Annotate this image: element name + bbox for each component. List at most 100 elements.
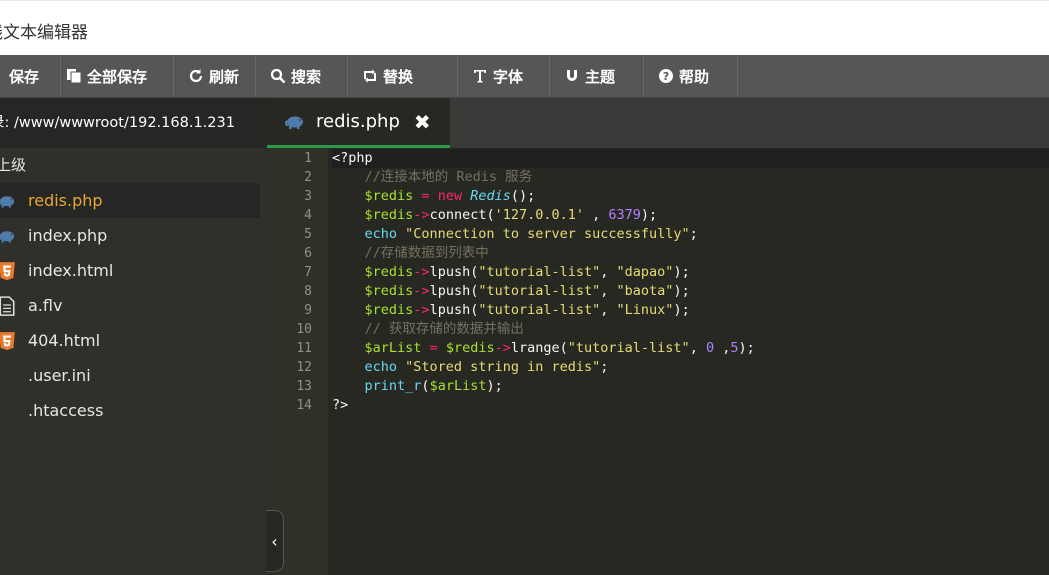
code-token: "Linux" bbox=[616, 302, 674, 318]
code-token: "dapao" bbox=[616, 264, 674, 280]
go-up-label: 上级 bbox=[0, 156, 27, 174]
code-editor[interactable]: <?php //连接本地的 Redis 服务 $redis = new Redi… bbox=[332, 149, 1049, 415]
toolbar-replace-button[interactable]: 替换 bbox=[348, 55, 458, 97]
code-line[interactable]: echo "Connection to server successfully"… bbox=[332, 225, 1049, 244]
font-icon bbox=[472, 68, 488, 84]
toolbar-theme-button[interactable]: 主题 bbox=[550, 55, 644, 97]
code-token: (); bbox=[510, 188, 536, 204]
code-token: 5 bbox=[730, 340, 739, 356]
toolbar-label: 主题 bbox=[585, 67, 616, 86]
file-item[interactable]: redis.php bbox=[0, 183, 260, 218]
file-item[interactable]: .htaccess bbox=[0, 393, 267, 428]
code-token: // 获取存储的数据并输出 bbox=[364, 321, 524, 337]
code-token: "Stored string in redis" bbox=[405, 359, 601, 375]
php-icon bbox=[0, 227, 16, 245]
code-line[interactable]: // 获取存储的数据并输出 bbox=[332, 320, 1049, 339]
code-token: <?php bbox=[332, 150, 373, 166]
tab-bar: redis.php ✖ bbox=[267, 98, 1049, 148]
replace-icon bbox=[362, 68, 378, 84]
code-token: -> bbox=[413, 207, 430, 223]
code-token: "Connection to server successfully" bbox=[405, 226, 690, 242]
file-item[interactable]: a.flv bbox=[0, 288, 267, 323]
code-token: , bbox=[584, 207, 609, 223]
go-up-item[interactable]: 上级 bbox=[0, 148, 267, 183]
toolbar-search-button[interactable]: 搜索 bbox=[256, 55, 348, 97]
code-token: ?> bbox=[332, 397, 349, 413]
code-line[interactable]: $redis->connect('127.0.0.1' , 6379); bbox=[332, 206, 1049, 225]
toolbar-help-button[interactable]: ? 帮助 bbox=[644, 55, 738, 97]
file-item[interactable]: .user.ini bbox=[0, 358, 267, 393]
file-name: 404.html bbox=[28, 331, 101, 350]
file-item[interactable]: 404.html bbox=[0, 323, 267, 358]
code-line[interactable]: //存储数据到列表中 bbox=[332, 244, 1049, 263]
code-line[interactable]: ?> bbox=[332, 396, 1049, 415]
code-line[interactable]: $redis->lpush("tutorial-list", "baota"); bbox=[332, 282, 1049, 301]
code-token: $redis bbox=[364, 207, 414, 223]
code-token: $redis bbox=[364, 283, 414, 299]
code-token: -> bbox=[413, 283, 430, 299]
code-token: , bbox=[600, 264, 617, 280]
code-token: "tutorial-list" bbox=[478, 264, 601, 280]
code-token: , bbox=[689, 340, 706, 356]
code-token: = bbox=[421, 340, 446, 356]
search-icon bbox=[270, 68, 286, 84]
code-token: Redis bbox=[470, 188, 511, 204]
file-sidebar: 录: /www/wwwroot/192.168.1.231 上级 redis.p… bbox=[0, 98, 267, 575]
code-line[interactable]: print_r($arList); bbox=[332, 377, 1049, 396]
close-icon[interactable]: ✖ bbox=[414, 110, 431, 134]
toolbar-label: 帮助 bbox=[679, 67, 710, 86]
title-bar: 线文本编辑器 bbox=[0, 0, 1049, 55]
code-token: "tutorial-list" bbox=[478, 283, 601, 299]
theme-icon bbox=[564, 68, 580, 84]
code-token: ); bbox=[673, 264, 690, 280]
chevron-left-icon[interactable]: ‹ bbox=[266, 510, 284, 572]
tab-redis-php[interactable]: redis.php ✖ bbox=[267, 98, 450, 148]
code-token: -> bbox=[413, 302, 430, 318]
code-token: lpush( bbox=[429, 283, 479, 299]
file-item[interactable]: index.html bbox=[0, 253, 267, 288]
line-number: 11 bbox=[296, 341, 312, 356]
code-line[interactable]: //连接本地的 Redis 服务 bbox=[332, 168, 1049, 187]
toolbar-save-all-button[interactable]: 全部保存 bbox=[52, 55, 174, 97]
file-item[interactable]: index.php bbox=[0, 218, 267, 253]
toolbar-label: 搜索 bbox=[291, 67, 322, 86]
toolbar-label: 替换 bbox=[383, 67, 414, 86]
code-token: ; bbox=[600, 359, 609, 375]
file-name: index.php bbox=[28, 226, 108, 245]
toolbar-label: 保存 bbox=[9, 67, 40, 86]
code-token: "tutorial-list" bbox=[478, 302, 601, 318]
code-line[interactable]: $redis->lpush("tutorial-list", "dapao"); bbox=[332, 263, 1049, 282]
line-number: 2 bbox=[304, 170, 312, 185]
code-line[interactable]: <?php bbox=[332, 149, 1049, 168]
toolbar-label: 全部保存 bbox=[87, 67, 148, 86]
line-number: 7 bbox=[304, 265, 312, 280]
line-number: 4 bbox=[304, 208, 312, 223]
code-token: ); bbox=[738, 340, 755, 356]
code-token: new bbox=[437, 188, 471, 204]
code-token: $redis bbox=[364, 264, 414, 280]
code-line[interactable]: $redis->lpush("tutorial-list", "Linux"); bbox=[332, 301, 1049, 320]
code-line[interactable]: $redis = new Redis(); bbox=[332, 187, 1049, 206]
toolbar-refresh-button[interactable]: 刷新 bbox=[174, 55, 256, 97]
code-token: ); bbox=[673, 283, 690, 299]
editor-area: redis.php ✖ 1 2 3 4 5 6 7 8 9 10 11 12 13 14 <?php //… bbox=[267, 98, 1049, 575]
line-number: 12 bbox=[296, 360, 312, 375]
line-number: 5 bbox=[304, 227, 312, 242]
tab-label: redis.php bbox=[316, 111, 400, 132]
html5-icon bbox=[0, 332, 16, 350]
code-line[interactable]: $arList = $redis->lrange("tutorial-list"… bbox=[332, 339, 1049, 358]
code-line[interactable]: echo "Stored string in redis"; bbox=[332, 358, 1049, 377]
app-title: 线文本编辑器 bbox=[0, 23, 88, 43]
code-token: -> bbox=[413, 264, 430, 280]
line-number: 13 bbox=[296, 379, 312, 394]
toolbar-font-button[interactable]: 字体 bbox=[458, 55, 550, 97]
line-number: 9 bbox=[304, 303, 312, 318]
